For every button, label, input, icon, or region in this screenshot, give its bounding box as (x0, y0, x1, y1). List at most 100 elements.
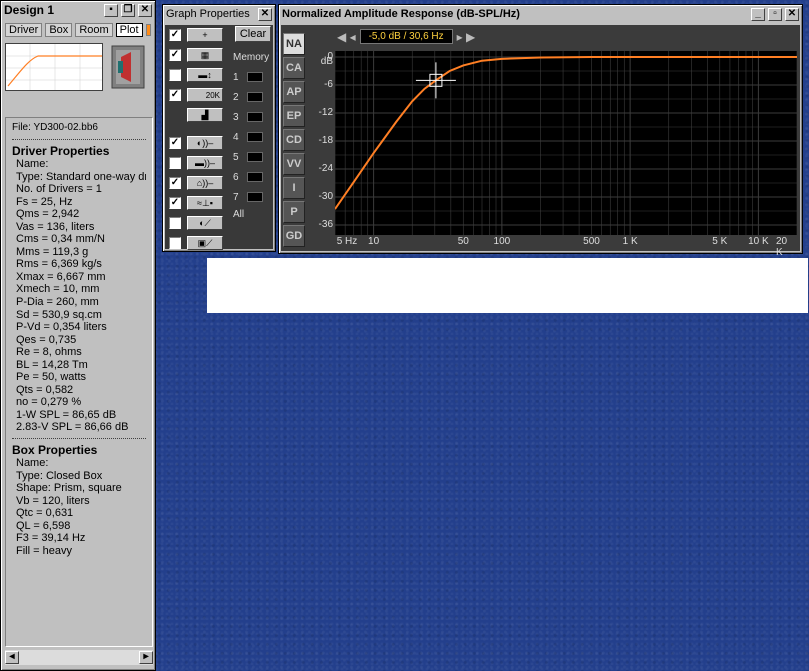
maximize-icon[interactable]: ▫ (768, 7, 782, 21)
plot-area[interactable] (334, 51, 798, 235)
memory-slot[interactable]: 2 (233, 87, 273, 107)
chart-titlebar[interactable]: Normalized Amplitude Response (dB-SPL/Hz… (279, 5, 802, 23)
plot-svg[interactable] (334, 51, 798, 235)
line-width-icon[interactable]: ▟ (187, 108, 223, 122)
memory-slot-swatch[interactable] (247, 112, 263, 122)
graph-toggle-checkbox[interactable]: ✓ (169, 177, 181, 189)
graph-toggle-checkbox[interactable]: ✓ (169, 29, 181, 41)
memory-slot-swatch[interactable] (247, 72, 263, 82)
graph-toggle-checkbox[interactable]: ✓ (169, 197, 181, 209)
driver-property-line: 2.83-V SPL = 86,66 dB (16, 421, 129, 434)
tab-room[interactable]: Room (75, 23, 113, 37)
graph-toggle-checkbox[interactable]: ✓ (169, 49, 181, 61)
y-tick-label: -30 (318, 191, 333, 202)
driver-property-line: Pe = 50, watts (16, 371, 87, 384)
side-tab-vv[interactable]: VV (283, 153, 305, 175)
memory-slot-label: 4 (233, 131, 239, 143)
memory-slot[interactable]: 4 (233, 127, 273, 147)
response-thumbnail[interactable] (5, 43, 103, 91)
driver-property-line: Xmech = 10, mm (16, 283, 100, 296)
x-tick-label: 10 K (748, 236, 769, 247)
side-tab-i[interactable]: I (283, 177, 305, 199)
close-icon[interactable]: ✕ (138, 3, 152, 17)
crosshair-icon[interactable]: + (187, 28, 223, 42)
horizontal-scrollbar[interactable]: ◂ ▸ (5, 650, 153, 665)
cursor-readout: -5,0 dB / 30,6 Hz (359, 29, 453, 44)
graph-toggle-row: ✓ 20K (169, 88, 223, 102)
grid-icon[interactable]: ▦ (187, 48, 223, 62)
driver-property-line: P-Dia = 260, mm (16, 296, 99, 309)
memory-slot[interactable]: 1 (233, 67, 273, 87)
graph-toggle-row: ▬↕ (169, 68, 223, 82)
crossover-icon[interactable]: ≈⊥▪ (187, 196, 223, 210)
memory-slot-swatch[interactable] (247, 132, 263, 142)
speaker-box-icon[interactable] (111, 45, 145, 89)
minimize-icon[interactable]: _ (751, 7, 765, 21)
tab-box[interactable]: Box (45, 23, 73, 37)
graph-toggle-checkbox[interactable] (169, 157, 181, 169)
driver-property-line: Xmax = 6,667 mm (16, 270, 106, 283)
save-icon[interactable]: ▪ (104, 3, 118, 17)
side-tab-cd[interactable]: CD (283, 129, 305, 151)
driver-property-line: Cms = 0,34 mm/N (16, 233, 105, 246)
memory-slot-label: 5 (233, 151, 239, 163)
side-tab-ap[interactable]: AP (283, 81, 305, 103)
scroll-left-icon[interactable]: ◂ (5, 651, 19, 664)
room-sound-icon[interactable]: ⌂))– (187, 176, 223, 190)
memory-slot[interactable]: 6 (233, 167, 273, 187)
memory-slot-swatch[interactable] (247, 172, 263, 182)
side-tab-gd[interactable]: GD (283, 225, 305, 247)
graph-toggle-checkbox[interactable] (169, 69, 181, 81)
frequency-range-icon[interactable]: 20K (187, 88, 223, 102)
memory-slots: 1 2 3 4 5 6 7 (233, 67, 273, 207)
close-icon[interactable]: ✕ (258, 7, 272, 21)
graph-toggle-row: ✓ + (169, 28, 223, 42)
speaker-sound-icon[interactable]: ◐))– (187, 136, 223, 150)
close-icon[interactable]: ✕ (785, 7, 799, 21)
copy-icon[interactable]: ❐ (121, 3, 135, 17)
memory-slot-swatch[interactable] (247, 192, 263, 202)
tab-plot[interactable]: Plot (115, 23, 143, 37)
graph-properties-titlebar[interactable]: Graph Properties ✕ (163, 5, 275, 23)
design-titlebar[interactable]: Design 1 ▪ ❐ ✕ (1, 1, 155, 19)
driver-property-line: 1-W SPL = 86,65 dB (16, 408, 117, 421)
cursor-right-icon[interactable]: ▸ ▶ (457, 30, 476, 44)
cursor-left-icon[interactable]: ◀ ◂ (337, 30, 356, 44)
memory-slot-label: 3 (233, 111, 239, 123)
memory-slot-swatch[interactable] (247, 92, 263, 102)
graph-toggle-row: ▟ (169, 108, 223, 122)
side-tab-ep[interactable]: EP (283, 105, 305, 127)
side-tab-p[interactable]: P (283, 201, 305, 223)
driver-property-line: Rms = 6,369 kg/s (16, 258, 102, 271)
memory-slot-swatch[interactable] (247, 152, 263, 162)
x-tick-label: 100 (493, 236, 511, 247)
graph-toggle-checkbox[interactable]: ✓ (169, 137, 181, 149)
graph-properties-window: Graph Properties ✕ ✓ + ✓ ▦ ▬↕ ✓ 20K ▟ ✓ ◐))– ▬))– ✓… (162, 4, 276, 252)
driver-properties-title: Driver Properties (12, 144, 110, 158)
all-label[interactable]: All (233, 209, 273, 220)
graph-toggle-checkbox[interactable]: ✓ (169, 89, 181, 101)
x-tick-label: 10 (368, 236, 380, 247)
side-tab-ca[interactable]: CA (283, 57, 305, 79)
graph-toggle-checkbox[interactable] (169, 237, 181, 249)
graph-toggle-checkbox[interactable] (169, 217, 181, 229)
side-tab-na[interactable]: NA (283, 33, 305, 55)
graph-toggle-row: ✓ ⌂))– (169, 176, 223, 190)
scroll-right-icon[interactable]: ▸ (139, 651, 153, 664)
memory-slot[interactable]: 5 (233, 147, 273, 167)
memory-slot[interactable]: 3 (233, 107, 273, 127)
clear-button[interactable]: Clear (235, 26, 271, 42)
vertical-scale-icon[interactable]: ▬↕ (187, 68, 223, 82)
color-swatch[interactable] (145, 24, 151, 36)
driver-property-line: Name: (16, 158, 49, 170)
box-graph-icon[interactable]: ▣⟋ (187, 236, 223, 250)
y-tick-label: 0 (327, 51, 333, 62)
y-tick-label: -18 (318, 135, 333, 146)
memory-label: Memory (233, 52, 270, 63)
memory-slot-label: 1 (233, 71, 239, 83)
speaker-graph-icon[interactable]: ◐⟋ (187, 216, 223, 230)
driver-property-line: no = 0,279 % (16, 396, 82, 409)
driver-sound-icon[interactable]: ▬))– (187, 156, 223, 170)
tab-driver[interactable]: Driver (5, 23, 43, 37)
memory-slot[interactable]: 7 (233, 187, 273, 207)
